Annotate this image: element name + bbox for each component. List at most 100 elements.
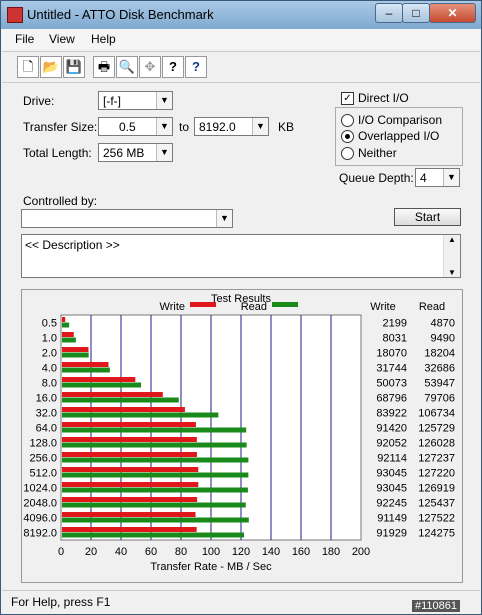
y-tick-label: 1024.0	[23, 483, 57, 495]
write-value: 83922	[376, 408, 407, 420]
help-icon[interactable]: ?	[162, 56, 184, 78]
queue-depth-select[interactable]: 4 ▼	[415, 168, 460, 187]
x-tick-label: 120	[232, 546, 250, 558]
transfer-size-label: Transfer Size:	[23, 120, 98, 134]
y-tick-label: 2048.0	[23, 498, 57, 510]
read-value: 53947	[424, 378, 455, 390]
write-bar	[62, 497, 198, 502]
read-bar	[62, 442, 247, 448]
write-bar	[62, 512, 196, 517]
read-value: 106734	[418, 408, 455, 420]
legend-write-swatch	[190, 302, 216, 307]
status-help-text: For Help, press F1	[11, 595, 111, 609]
write-bar	[62, 347, 89, 352]
read-bar	[62, 472, 249, 478]
chevron-down-icon[interactable]: ▼	[216, 210, 232, 227]
chevron-down-icon[interactable]: ▼	[156, 92, 172, 109]
toolbar: 🗋 📂 💾 🖶 🔍 ✥ ? ?	[2, 51, 480, 83]
app-window: Untitled - ATTO Disk Benchmark – □ ✕ Fil…	[0, 0, 482, 615]
queue-depth-value: 4	[420, 171, 427, 185]
chevron-down-icon[interactable]: ▼	[252, 118, 268, 135]
write-value: 31744	[376, 363, 407, 375]
read-value: 126028	[418, 438, 455, 450]
transfer-size-from-select[interactable]: 0.5 ▼	[98, 117, 173, 136]
x-tick-label: 140	[262, 546, 280, 558]
read-bar	[62, 412, 219, 418]
y-tick-label: 32.0	[36, 408, 57, 420]
legend-read-label: Read	[241, 301, 267, 313]
controlled-by-select[interactable]: ▼	[21, 209, 233, 228]
write-value: 92245	[376, 498, 407, 510]
close-button[interactable]: ✕	[429, 3, 476, 23]
read-value: 125729	[418, 423, 455, 435]
open-folder-icon[interactable]: 📂	[40, 56, 62, 78]
write-bar	[62, 482, 199, 487]
direct-io-checkbox[interactable]: ✓	[341, 92, 354, 105]
menu-view[interactable]: View	[49, 32, 75, 46]
y-tick-label: 512.0	[29, 468, 57, 480]
chevron-down-icon[interactable]: ▼	[443, 169, 459, 186]
read-bar	[62, 532, 245, 538]
read-bar	[62, 337, 76, 343]
chevron-down-icon[interactable]: ▼	[156, 118, 172, 135]
x-tick-label: 60	[145, 546, 157, 558]
menu-help[interactable]: Help	[91, 32, 116, 46]
write-value: 8031	[383, 333, 407, 345]
read-value: 127237	[418, 453, 455, 465]
scroll-down-icon[interactable]: ▼	[444, 268, 460, 277]
print-preview-icon[interactable]: 🔍	[116, 56, 138, 78]
write-bar	[62, 407, 185, 412]
read-bar	[62, 322, 70, 328]
total-length-select[interactable]: 256 MB ▼	[98, 143, 173, 162]
transfer-size-to-select[interactable]: 8192.0 ▼	[194, 117, 269, 136]
context-help-icon[interactable]: ?	[185, 56, 207, 78]
minimize-button[interactable]: –	[375, 3, 403, 23]
write-value: 50073	[376, 378, 407, 390]
to-label: to	[179, 120, 190, 134]
read-value: 127220	[418, 468, 455, 480]
write-bar	[62, 362, 109, 367]
write-value: 91929	[376, 528, 407, 540]
write-value: 93045	[376, 483, 407, 495]
read-value: 79706	[424, 393, 455, 405]
io-comparison-radio[interactable]	[341, 114, 354, 127]
save-icon[interactable]: 💾	[63, 56, 85, 78]
scroll-up-icon[interactable]: ▲	[444, 235, 460, 244]
description-scrollbar[interactable]: ▲ ▼	[443, 235, 460, 277]
read-bar	[62, 352, 89, 358]
start-button[interactable]: Start	[394, 208, 461, 226]
table-header-write: Write	[370, 301, 395, 313]
total-length-value: 256 MB	[103, 146, 145, 160]
chevron-down-icon[interactable]: ▼	[156, 144, 172, 161]
x-tick-label: 80	[175, 546, 187, 558]
print-icon[interactable]: 🖶	[93, 56, 115, 78]
window-title: Untitled - ATTO Disk Benchmark	[27, 7, 214, 22]
transfer-from-value: 0.5	[119, 120, 136, 134]
drive-label: Drive:	[23, 94, 55, 108]
description-box[interactable]: << Description >> ▲ ▼	[21, 234, 461, 278]
new-file-icon[interactable]: 🗋	[17, 56, 39, 78]
menu-bar: File View Help	[2, 29, 480, 49]
write-value: 92052	[376, 438, 407, 450]
read-bar	[62, 517, 249, 523]
write-bar	[62, 332, 74, 337]
transfer-to-value: 8192.0	[199, 120, 236, 134]
read-bar	[62, 457, 249, 463]
read-bar	[62, 397, 179, 403]
move-icon[interactable]: ✥	[139, 56, 161, 78]
description-text: << Description >>	[25, 238, 120, 252]
overlapped-io-radio[interactable]	[341, 130, 354, 143]
neither-radio[interactable]	[341, 147, 354, 160]
read-value: 32686	[424, 363, 455, 375]
menu-file[interactable]: File	[15, 32, 34, 46]
maximize-button[interactable]: □	[402, 3, 430, 23]
y-tick-label: 8192.0	[23, 528, 57, 540]
write-value: 92114	[377, 453, 407, 465]
read-value: 18204	[424, 348, 455, 360]
write-bar	[62, 452, 197, 457]
y-tick-label: 2.0	[42, 348, 57, 360]
write-value: 68796	[376, 393, 407, 405]
drive-select[interactable]: [-f-] ▼	[98, 91, 173, 110]
title-bar[interactable]: Untitled - ATTO Disk Benchmark – □ ✕	[1, 1, 481, 29]
read-bar	[62, 427, 247, 433]
